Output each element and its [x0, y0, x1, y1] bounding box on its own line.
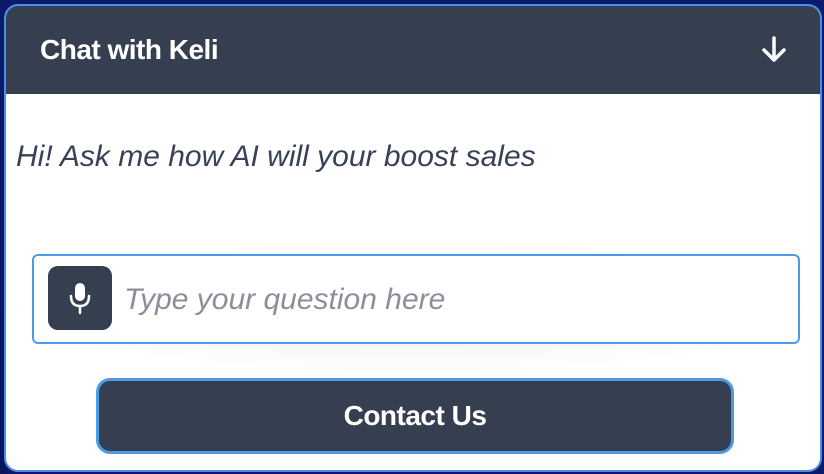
contact-us-button[interactable]: Contact Us — [96, 378, 734, 454]
chat-widget: Chat with Keli Hi! Ask me how AI will yo… — [4, 4, 822, 472]
question-input[interactable] — [122, 268, 786, 332]
greeting-message: Hi! Ask me how AI will your boost sales — [16, 140, 536, 173]
chat-header: Chat with Keli — [6, 6, 820, 94]
chat-title: Chat with Keli — [40, 34, 219, 65]
collapse-button[interactable] — [756, 32, 792, 68]
arrow-down-icon — [762, 36, 786, 62]
question-input-box — [32, 254, 800, 344]
microphone-icon — [69, 283, 91, 315]
microphone-button[interactable] — [48, 266, 112, 330]
